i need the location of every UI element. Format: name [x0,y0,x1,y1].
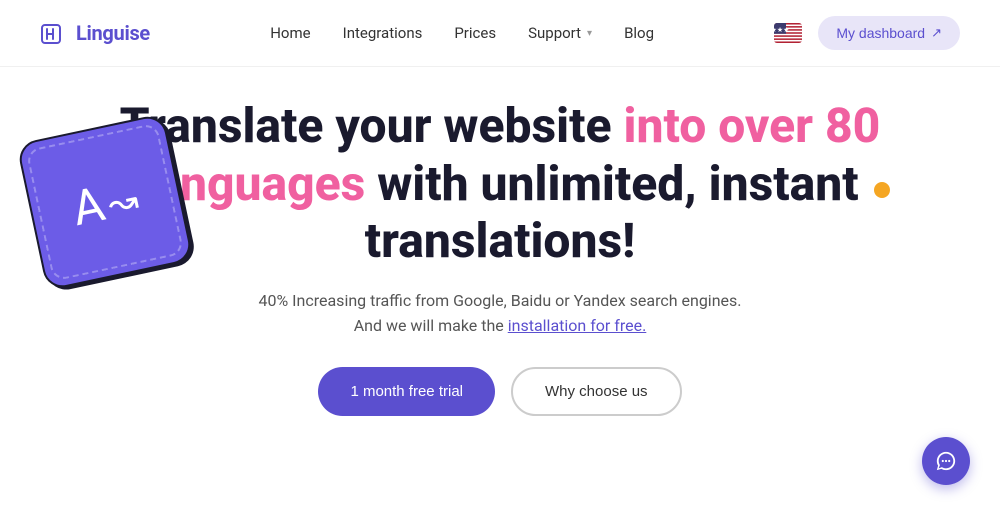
trial-button[interactable]: 1 month free trial [318,367,495,416]
hero-subtitle: 40% Increasing traffic from Google, Baid… [258,288,741,339]
external-link-icon: ↗ [931,25,942,41]
why-choose-us-button[interactable]: Why choose us [511,367,682,416]
logo[interactable]: Linguise [40,19,150,47]
nav-links: Home Integrations Prices Support ▾ Blog [270,24,654,42]
nav-right: ★★★ My dashboard ↗ [774,16,960,50]
language-flag[interactable]: ★★★ [774,23,802,43]
dashboard-button[interactable]: My dashboard ↗ [818,16,960,50]
logo-text: Linguise [76,21,150,45]
logo-icon [40,19,68,47]
hero-section: A ↝ Translate your website into over 80 … [0,67,1000,416]
installation-link[interactable]: installation for free. [508,316,647,335]
nav-blog[interactable]: Blog [624,24,654,42]
nav-integrations[interactable]: Integrations [343,24,423,42]
hero-title: Translate your website into over 80 lang… [110,97,890,270]
hero-buttons: 1 month free trial Why choose us [318,367,681,416]
chat-bubble-button[interactable] [922,437,970,485]
translate-icon: A ↝ [30,127,190,287]
nav-support[interactable]: Support ▾ [528,24,592,42]
nav-home[interactable]: Home [270,24,310,42]
support-chevron-icon: ▾ [587,28,592,39]
nav-prices[interactable]: Prices [454,24,496,42]
chat-icon [935,450,957,472]
letter-a: A [67,174,109,236]
navbar: Linguise Home Integrations Prices Suppor… [0,0,1000,67]
decorative-dot [874,182,890,198]
translate-arrow-icon: ↝ [104,179,142,226]
svg-text:★★★: ★★★ [774,26,789,34]
